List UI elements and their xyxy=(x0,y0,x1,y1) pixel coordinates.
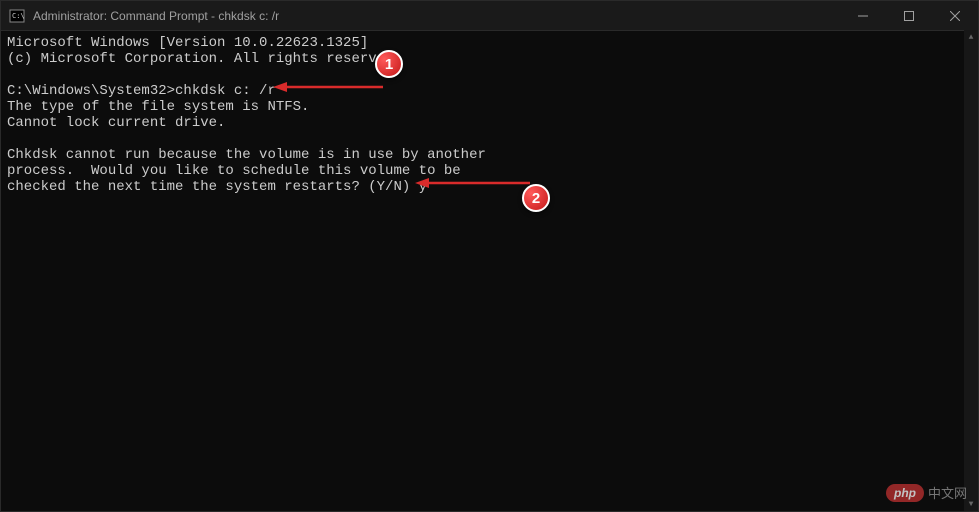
window-controls xyxy=(840,1,978,30)
window-title: Administrator: Command Prompt - chkdsk c… xyxy=(33,9,840,23)
command-text: chkdsk c: /r xyxy=(175,83,276,99)
vertical-scrollbar[interactable]: ▲ ▼ xyxy=(964,30,978,511)
output-line: Chkdsk cannot run because the volume is … xyxy=(7,147,486,163)
cmd-icon: C:\ xyxy=(9,8,25,24)
minimize-button[interactable] xyxy=(840,1,886,30)
watermark-logo: php xyxy=(886,484,924,502)
watermark: php 中文网 xyxy=(886,483,967,502)
watermark-text: 中文网 xyxy=(928,483,967,502)
output-line: The type of the file system is NTFS. xyxy=(7,99,309,115)
terminal-output[interactable]: Microsoft Windows [Version 10.0.22623.13… xyxy=(1,31,978,511)
command-prompt-window: C:\ Administrator: Command Prompt - chkd… xyxy=(0,0,979,512)
svg-text:C:\: C:\ xyxy=(12,12,25,20)
output-line: checked the next time the system restart… xyxy=(7,179,427,195)
output-line: (c) Microsoft Corporation. All rights re… xyxy=(7,51,402,67)
maximize-button[interactable] xyxy=(886,1,932,30)
output-line: process. Would you like to schedule this… xyxy=(7,163,461,179)
close-button[interactable] xyxy=(932,1,978,30)
titlebar[interactable]: C:\ Administrator: Command Prompt - chkd… xyxy=(1,1,978,31)
scroll-up-arrow[interactable]: ▲ xyxy=(964,30,978,44)
output-line: Microsoft Windows [Version 10.0.22623.13… xyxy=(7,35,368,51)
output-line: Cannot lock current drive. xyxy=(7,115,225,131)
prompt-text: C:\Windows\System32> xyxy=(7,83,175,99)
